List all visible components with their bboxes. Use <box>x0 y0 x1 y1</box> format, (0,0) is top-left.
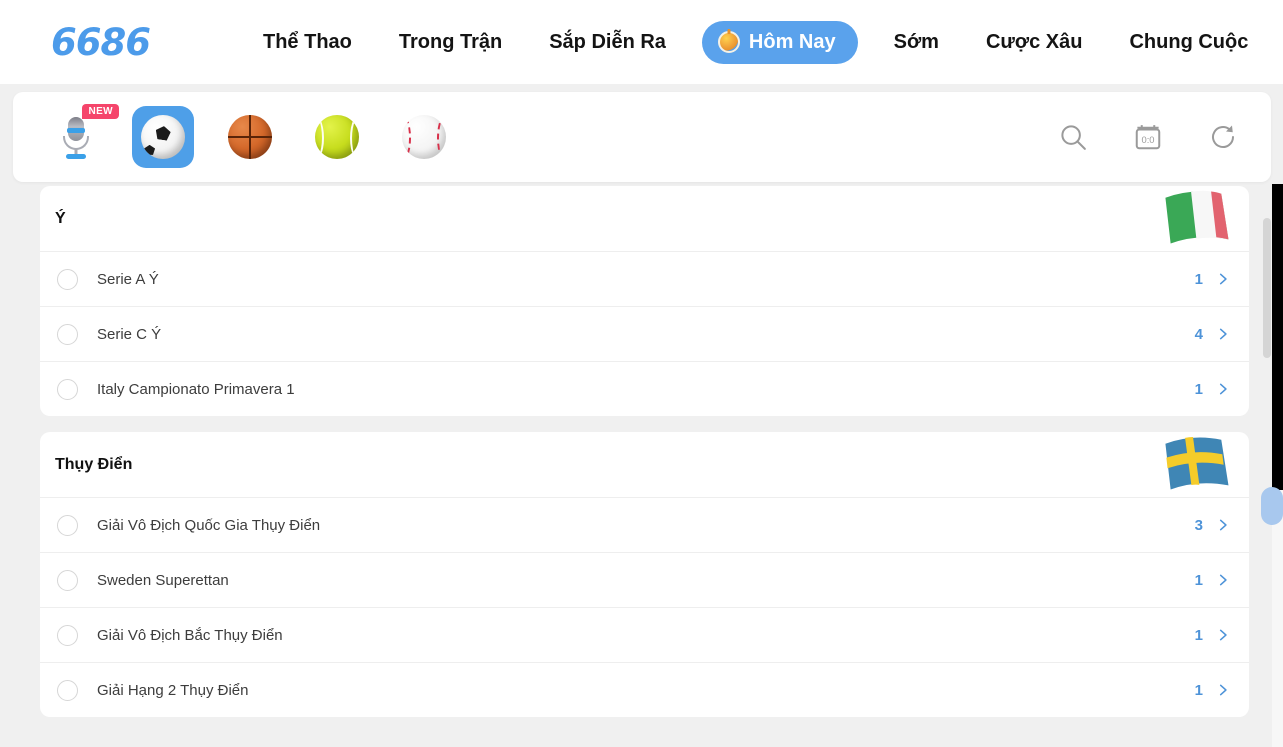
league-checkbox[interactable] <box>57 624 78 646</box>
match-count: 1 <box>1194 270 1203 288</box>
league-row[interactable]: Serie C Ý 4 <box>40 306 1249 361</box>
country-header: Ý <box>40 186 1249 251</box>
league-checkbox[interactable] <box>57 323 78 345</box>
scoreboard-icon[interactable]: 0:0 <box>1133 122 1163 152</box>
league-name: Italy Campionato Primavera 1 <box>97 380 295 398</box>
nav-item-sap-dien-ra[interactable]: Sắp Diễn Ra <box>549 31 666 54</box>
tennis-ball-icon <box>315 115 359 159</box>
league-checkbox[interactable] <box>57 514 78 536</box>
nav-label: Chung Cuộc <box>1129 30 1249 53</box>
row-right: 4 <box>1195 326 1230 343</box>
league-name: Giải Vô Địch Bắc Thụy Điển <box>97 626 283 644</box>
country-name: Ý <box>55 209 66 227</box>
chevron-right-icon[interactable] <box>1216 573 1230 587</box>
league-checkbox[interactable] <box>57 378 78 400</box>
inner-scrollbar-thumb[interactable] <box>1263 218 1271 358</box>
basketball-icon <box>228 115 272 159</box>
league-scroll-area[interactable]: Ý Serie A Ý 1 Serie C Ý 4 Italy Campiona… <box>0 186 1271 747</box>
league-name: Sweden Superettan <box>97 571 229 589</box>
chevron-right-icon[interactable] <box>1216 327 1230 341</box>
app-root: 6686 Thể Thao Trong Trận Sắp Diễn Ra Hôm… <box>0 0 1283 747</box>
sports-toolbar: NEW 0:0 <box>13 92 1271 182</box>
chevron-right-icon[interactable] <box>1216 518 1230 532</box>
microphone-icon <box>56 115 96 159</box>
chevron-right-icon[interactable] <box>1216 683 1230 697</box>
chevron-right-icon[interactable] <box>1216 382 1230 396</box>
nav-item-som[interactable]: Sớm <box>894 31 939 54</box>
toolbar-actions: 0:0 <box>1058 122 1238 152</box>
sport-tab-baseball[interactable] <box>393 106 455 168</box>
chevron-right-icon[interactable] <box>1216 272 1230 286</box>
league-row[interactable]: Giải Hạng 2 Thụy Điển 1 <box>40 662 1249 717</box>
baseball-icon <box>402 115 446 159</box>
side-panel-handle[interactable] <box>1261 487 1283 525</box>
row-right: 1 <box>1195 572 1230 589</box>
country-section-sweden: Thụy Điển Giải Vô Địch Quốc Gia Thụy Điể… <box>40 432 1249 717</box>
league-name: Giải Hạng 2 Thụy Điển <box>97 681 249 699</box>
league-row[interactable]: Giải Vô Địch Bắc Thụy Điển 1 <box>40 607 1249 662</box>
row-right: 3 <box>1195 517 1230 534</box>
league-checkbox[interactable] <box>57 569 78 591</box>
country-name: Thụy Điển <box>55 455 133 473</box>
sport-tab-tennis[interactable] <box>306 106 368 168</box>
league-name: Serie C Ý <box>97 325 162 343</box>
row-right: 1 <box>1195 627 1230 644</box>
league-row[interactable]: Sweden Superettan 1 <box>40 552 1249 607</box>
inner-scrollbar-track[interactable] <box>1263 186 1271 747</box>
sweden-flag <box>1149 432 1249 497</box>
country-section-italy: Ý Serie A Ý 1 Serie C Ý 4 Italy Campiona… <box>40 186 1249 416</box>
match-count: 1 <box>1194 626 1203 644</box>
nav-item-cuoc-xau[interactable]: Cược Xâu <box>986 31 1083 54</box>
nav-item-trong-tran[interactable]: Trong Trận <box>399 31 502 54</box>
match-count: 1 <box>1194 681 1203 699</box>
nav-label: Sớm <box>893 30 939 53</box>
scoreboard-value: 0:0 <box>1141 135 1154 145</box>
nav-label: Hôm Nay <box>748 30 836 53</box>
nav-item-chung-cuoc[interactable]: Chung Cuộc <box>1129 31 1248 54</box>
row-right: 1 <box>1195 271 1230 288</box>
league-checkbox[interactable] <box>57 268 78 290</box>
compass-icon <box>717 31 740 53</box>
league-checkbox[interactable] <box>57 679 78 701</box>
league-name: Serie A Ý <box>97 270 159 288</box>
country-header: Thụy Điển <box>40 432 1249 497</box>
league-row[interactable]: Serie A Ý 1 <box>40 251 1249 306</box>
nav-item-the-thao[interactable]: Thể Thao <box>263 31 352 54</box>
italy-flag <box>1149 186 1249 251</box>
match-count: 1 <box>1194 380 1203 398</box>
league-row[interactable]: Italy Campionato Primavera 1 1 <box>40 361 1249 416</box>
match-count: 3 <box>1194 516 1203 534</box>
page-scrollbar-thumb[interactable] <box>1272 184 1283 490</box>
refresh-icon[interactable] <box>1208 122 1238 152</box>
league-row[interactable]: Giải Vô Địch Quốc Gia Thụy Điển 3 <box>40 497 1249 552</box>
row-right: 1 <box>1195 381 1230 398</box>
main-nav-list: Thể Thao Trong Trận Sắp Diễn Ra Hôm Nay … <box>263 20 1248 64</box>
nav-label: Sắp Diễn Ra <box>549 30 666 53</box>
top-navigation-bar: 6686 Thể Thao Trong Trận Sắp Diễn Ra Hôm… <box>0 0 1283 84</box>
sport-tab-esports[interactable]: NEW <box>45 104 119 168</box>
soccer-ball-icon <box>141 115 185 159</box>
nav-item-hom-nay[interactable]: Hôm Nay <box>701 20 858 64</box>
match-count: 1 <box>1194 571 1203 589</box>
match-count: 4 <box>1194 325 1203 343</box>
nav-label: Thể Thao <box>262 30 352 53</box>
site-logo[interactable]: 6686 <box>51 24 151 61</box>
new-badge: NEW <box>82 104 119 119</box>
nav-label: Trong Trận <box>398 30 503 53</box>
row-right: 1 <box>1195 682 1230 699</box>
league-name: Giải Vô Địch Quốc Gia Thụy Điển <box>97 516 321 534</box>
sport-tab-football[interactable] <box>132 106 194 168</box>
sport-tab-basketball[interactable] <box>219 106 281 168</box>
search-icon[interactable] <box>1058 122 1088 152</box>
chevron-right-icon[interactable] <box>1216 628 1230 642</box>
sport-selector-list: NEW <box>45 104 455 168</box>
nav-label: Cược Xâu <box>985 30 1083 53</box>
